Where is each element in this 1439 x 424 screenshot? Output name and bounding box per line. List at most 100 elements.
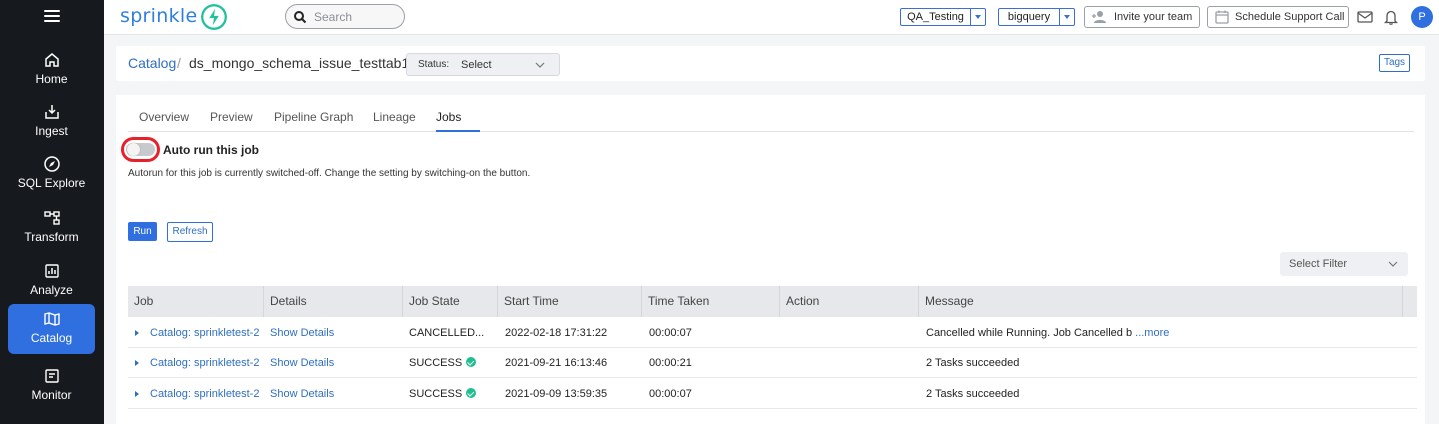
expand-row-icon[interactable] <box>135 330 139 336</box>
search-icon <box>294 11 307 24</box>
table-row: Catalog: sprinkletest-2 Show Details CAN… <box>128 318 1417 348</box>
job-state: SUCCESS <box>409 388 463 400</box>
tags-button[interactable]: Tags <box>1379 54 1410 72</box>
expand-row-icon[interactable] <box>135 391 139 397</box>
message-cell: 2 Tasks succeeded <box>926 379 1406 409</box>
tab-overview[interactable]: Overview <box>139 110 189 124</box>
sidebar-item-label: Transform <box>24 230 79 244</box>
start-time: 2021-09-09 13:59:35 <box>505 388 608 400</box>
sidebar-item-transform[interactable]: Transform <box>8 203 95 253</box>
job-link[interactable]: Catalog: sprinkletest-2 <box>150 348 264 378</box>
calendar-icon <box>1215 10 1229 24</box>
sidebar-item-label: Analyze <box>30 283 73 297</box>
app-logo[interactable]: sprinkle <box>120 5 197 27</box>
toggle-knob <box>127 143 140 156</box>
refresh-button[interactable]: Refresh <box>167 222 213 242</box>
show-details-link[interactable]: Show Details <box>270 318 403 348</box>
schedule-support-label: Schedule Support Call <box>1235 11 1345 23</box>
sidebar-item-catalog[interactable]: Catalog <box>8 304 95 354</box>
column-header-time-taken[interactable]: Time Taken <box>642 286 780 317</box>
message-cell: Cancelled while Running. Job Cancelled b… <box>926 318 1406 348</box>
sidebar-item-label: Monitor <box>31 388 72 402</box>
tab-jobs[interactable]: Jobs <box>436 110 461 124</box>
bell-icon[interactable] <box>1382 8 1400 26</box>
status-select[interactable]: Status: Select <box>406 53 560 76</box>
workspace-select[interactable]: QA_Testing <box>900 8 986 26</box>
action-cell <box>787 348 919 378</box>
warehouse-select[interactable]: bigquery <box>998 8 1075 26</box>
expand-row-icon[interactable] <box>135 360 139 366</box>
schedule-support-button[interactable]: Schedule Support Call <box>1207 6 1349 28</box>
home-icon <box>44 53 59 67</box>
sidebar-item-label: SQL Explore <box>17 176 86 190</box>
autorun-title: Auto run this job <box>163 143 259 157</box>
sidebar-item-home[interactable]: Home <box>8 45 95 95</box>
run-button[interactable]: Run <box>128 222 157 241</box>
job-state: SUCCESS <box>409 357 463 369</box>
warehouse-value: bigquery <box>1007 11 1051 23</box>
column-header-details[interactable]: Details <box>264 286 403 317</box>
column-header-message[interactable]: Message <box>919 286 1403 317</box>
sidebar: Home Ingest SQL Explore Transform Analyz… <box>0 0 104 424</box>
invite-team-button[interactable]: Invite your team <box>1084 6 1200 28</box>
show-details-link[interactable]: Show Details <box>270 379 403 409</box>
column-header-start-time[interactable]: Start Time <box>498 286 642 317</box>
action-cell <box>787 379 919 409</box>
invite-team-label: Invite your team <box>1114 11 1193 23</box>
job-link[interactable]: Catalog: sprinkletest-2 <box>150 318 264 348</box>
sidebar-item-ingest[interactable]: Ingest <box>8 97 95 147</box>
table-row: Catalog: sprinkletest-2 Show Details SUC… <box>128 348 1417 378</box>
filter-select[interactable]: Select Filter <box>1280 252 1408 276</box>
job-state: CANCELLED... <box>409 327 485 339</box>
autorun-toggle[interactable] <box>126 143 155 156</box>
message-cell: 2 Tasks succeeded <box>926 348 1406 378</box>
mail-icon[interactable] <box>1356 8 1374 26</box>
check-circle-icon <box>466 357 477 368</box>
search-box[interactable] <box>285 4 405 29</box>
breadcrumb: Catalog / ds_mongo_schema_issue_testtab1… <box>116 46 1425 81</box>
menu-icon[interactable] <box>44 10 60 24</box>
top-header: sprinkle QA_Testing bigquery Invite your… <box>104 0 1439 35</box>
transform-icon <box>43 211 60 225</box>
time-taken: 00:00:21 <box>649 357 692 369</box>
tab-pipeline-graph[interactable]: Pipeline Graph <box>274 110 353 124</box>
column-header-job[interactable]: Job <box>128 286 264 317</box>
sidebar-item-sql-explore[interactable]: SQL Explore <box>8 149 95 199</box>
chevron-down-icon <box>1059 9 1074 25</box>
chevron-down-icon <box>970 9 985 25</box>
status-value: Select <box>461 59 492 71</box>
job-link[interactable]: Catalog: sprinkletest-2 <box>150 379 264 409</box>
monitor-icon <box>44 369 59 383</box>
sidebar-item-label: Catalog <box>30 331 73 345</box>
table-row: Catalog: sprinkletest-2 Show Details SUC… <box>128 379 1417 409</box>
active-tab-indicator <box>436 130 480 132</box>
more-link[interactable]: ...more <box>1135 327 1169 339</box>
tab-lineage[interactable]: Lineage <box>373 110 416 124</box>
sidebar-item-analyze[interactable]: Analyze <box>8 256 95 306</box>
column-header-action[interactable]: Action <box>780 286 919 317</box>
workspace-value: QA_Testing <box>907 11 964 23</box>
search-input[interactable] <box>314 8 400 25</box>
chart-icon <box>44 264 59 278</box>
column-header-job-state[interactable]: Job State <box>403 286 498 317</box>
check-circle-icon <box>466 388 477 399</box>
start-time: 2022-02-18 17:31:22 <box>505 327 608 339</box>
tab-preview[interactable]: Preview <box>210 110 253 124</box>
bolt-icon[interactable] <box>201 4 227 30</box>
sidebar-item-label: Home <box>35 72 68 86</box>
chevron-down-icon <box>535 62 545 68</box>
breadcrumb-catalog-link[interactable]: Catalog <box>128 55 176 71</box>
map-icon <box>43 312 60 326</box>
show-details-link[interactable]: Show Details <box>270 348 403 378</box>
sidebar-item-monitor[interactable]: Monitor <box>8 361 95 411</box>
ingest-icon <box>44 105 59 119</box>
sidebar-item-label: Ingest <box>35 124 68 138</box>
jobs-table-header: Job Details Job State Start Time Time Ta… <box>128 286 1417 317</box>
message-text: 2 Tasks succeeded <box>926 357 1020 369</box>
page-title: ds_mongo_schema_issue_testtab1 <box>189 55 410 71</box>
time-taken: 00:00:07 <box>649 388 692 400</box>
avatar[interactable]: P <box>1411 6 1433 28</box>
action-cell <box>787 318 919 348</box>
job-state-cell: SUCCESS <box>409 348 498 378</box>
start-time: 2021-09-21 16:13:46 <box>505 357 608 369</box>
